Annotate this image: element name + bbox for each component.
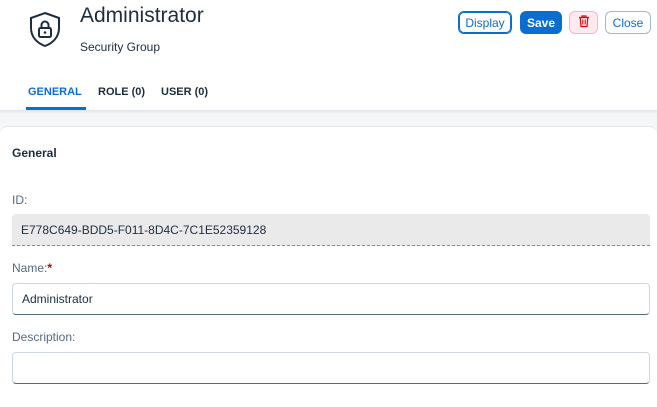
tab-general[interactable]: GENERAL [28, 86, 82, 98]
display-button[interactable]: Display [458, 11, 512, 34]
page-subtitle: Security Group [80, 40, 161, 54]
save-button[interactable]: Save [520, 11, 562, 34]
description-label: Description: [12, 330, 76, 344]
page-title: Administrator [80, 4, 204, 27]
name-label-text: Name: [12, 261, 48, 275]
description-input[interactable] [12, 352, 650, 384]
shield-lock-icon [26, 10, 64, 48]
tab-role[interactable]: ROLE (0) [98, 86, 145, 98]
trash-icon [577, 14, 591, 31]
required-marker: * [47, 261, 53, 275]
section-title: General [12, 146, 57, 160]
delete-button[interactable] [569, 11, 598, 34]
header-divider [0, 110, 657, 114]
id-field: E778C649-BDD5-F011-8D4C-7C1E52359128 [12, 214, 650, 246]
name-label: Name:* [12, 261, 52, 275]
tab-user[interactable]: USER (0) [161, 86, 208, 98]
id-label: ID: [12, 193, 28, 207]
close-button[interactable]: Close [605, 11, 651, 34]
name-input[interactable]: Administrator [12, 283, 650, 315]
